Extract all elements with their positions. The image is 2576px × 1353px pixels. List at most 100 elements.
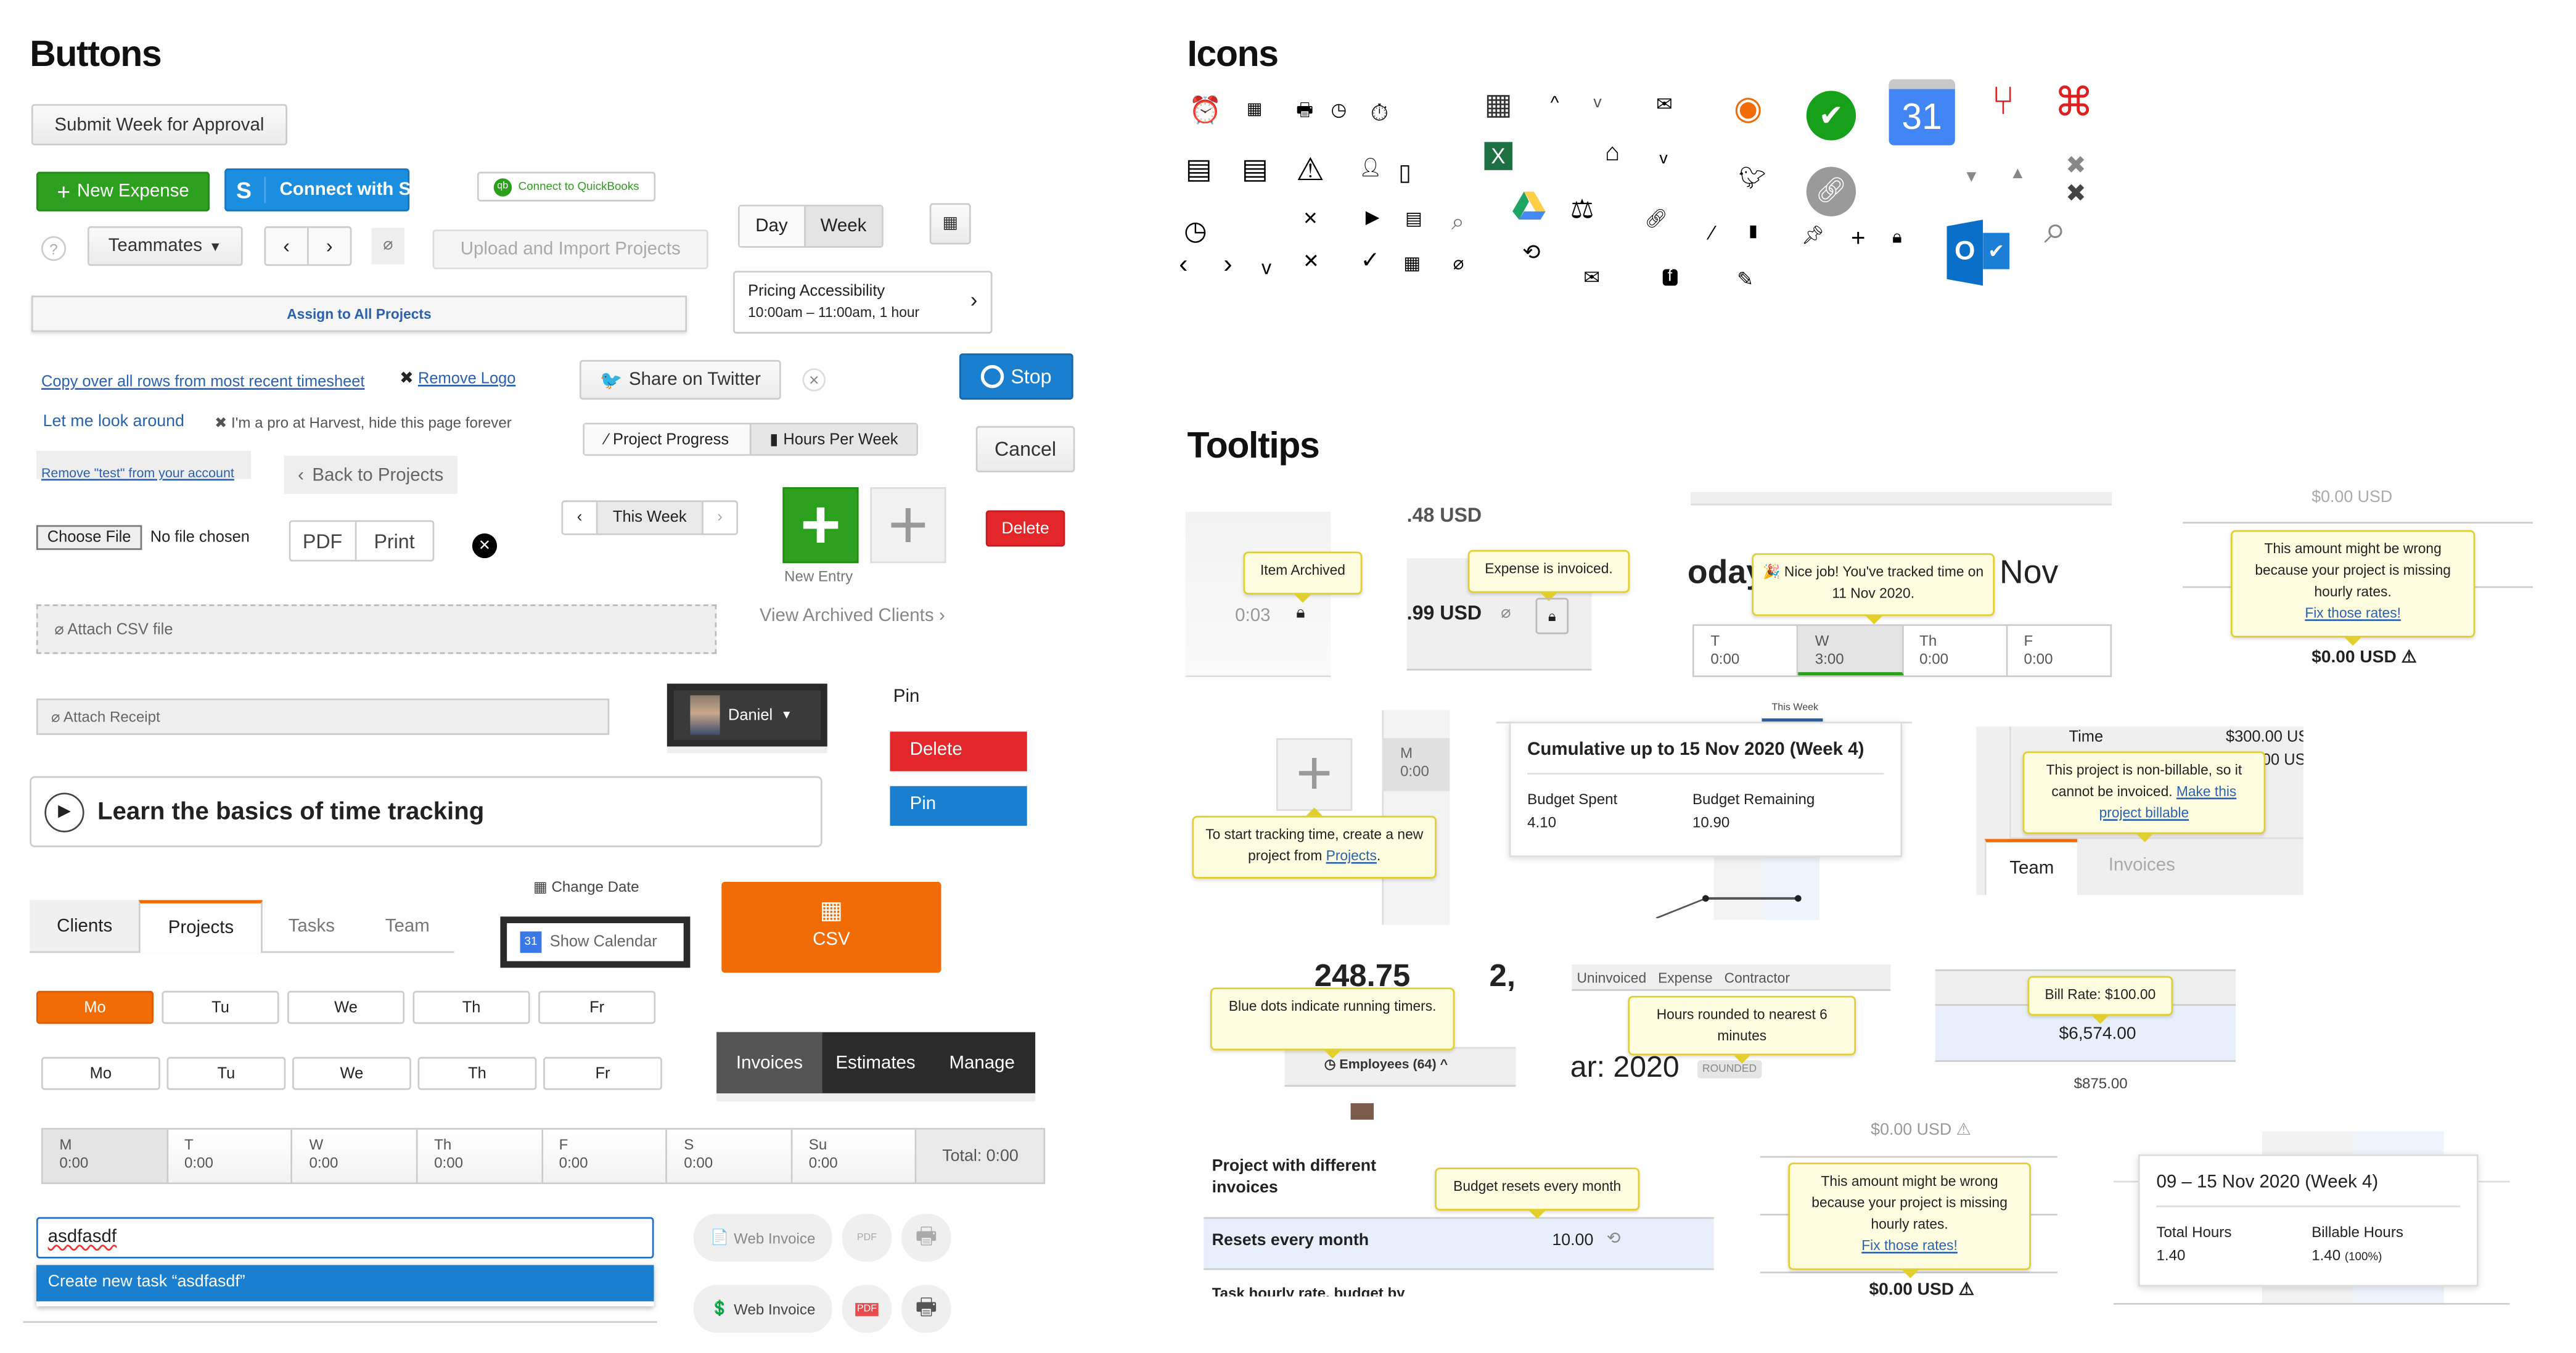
week-strip-day[interactable]: Th 0:00 bbox=[1903, 625, 2008, 676]
nav-manage[interactable]: Manage bbox=[929, 1032, 1035, 1093]
tab-team[interactable]: Team bbox=[361, 900, 454, 952]
weekday-mo[interactable]: Mo bbox=[41, 1056, 160, 1090]
week-grid-day[interactable]: T 0:00 bbox=[168, 1129, 293, 1183]
weekday-th[interactable]: Th bbox=[417, 1056, 537, 1090]
hide-page-link[interactable]: ✖ I'm a pro at Harvest, hide this page f… bbox=[215, 414, 512, 432]
week-grid-day[interactable]: M 0:00 bbox=[43, 1129, 168, 1183]
nav-estimates[interactable]: Estimates bbox=[822, 1032, 929, 1093]
weekday-mo[interactable]: Mo bbox=[36, 990, 154, 1024]
new-entry-button[interactable]: + bbox=[782, 487, 859, 564]
chevron-left-icon[interactable]: ‹ bbox=[563, 502, 598, 533]
share-twitter-button[interactable]: 🐦 Share on Twitter bbox=[579, 360, 781, 400]
upload-import-button[interactable]: Upload and Import Projects bbox=[432, 229, 708, 269]
tab-tasks[interactable]: Tasks bbox=[263, 900, 361, 952]
teammates-dropdown[interactable]: Teammates ▼ bbox=[87, 226, 243, 266]
user-menu-dropdown[interactable]: Daniel ▼ bbox=[667, 683, 827, 747]
pricing-accessibility-entry[interactable]: Pricing Accessibility 10:00am – 11:00am,… bbox=[733, 271, 993, 334]
attach-receipt-button[interactable]: ⌀ Attach Receipt bbox=[36, 698, 610, 735]
chevron-left-icon[interactable]: ‹ bbox=[266, 228, 309, 265]
help-icon[interactable]: ? bbox=[41, 236, 67, 261]
close-icon[interactable]: ✕ bbox=[802, 368, 826, 392]
week-toggle-button[interactable]: Week bbox=[803, 206, 882, 247]
pdf-button[interactable]: PDF bbox=[290, 522, 356, 560]
tab-projects[interactable]: Projects bbox=[139, 900, 263, 953]
week-grid-day[interactable]: W 0:00 bbox=[293, 1129, 418, 1183]
let-me-look-link[interactable]: Let me look around bbox=[43, 413, 184, 431]
week-grid-day[interactable]: Th 0:00 bbox=[417, 1129, 543, 1183]
remove-test-link[interactable]: Remove "test" from your account bbox=[41, 466, 234, 480]
paperclip-icon: ⌀ bbox=[54, 620, 68, 639]
project-progress-button[interactable]: ⁄ Project Progress bbox=[585, 424, 750, 454]
week-strip-day[interactable]: T 0:00 bbox=[1692, 625, 1799, 676]
new-expense-button[interactable]: + New Expense bbox=[36, 171, 210, 212]
print-icon[interactable]: 🖶 bbox=[901, 1214, 951, 1262]
add-button-disabled[interactable]: + bbox=[870, 487, 946, 564]
connect-stripe-button[interactable]: S Connect with Stripe bbox=[224, 168, 450, 212]
show-calendar-button[interactable]: 31 Show Calendar bbox=[500, 916, 691, 968]
remove-logo[interactable]: ✖ Remove Logo bbox=[400, 370, 515, 388]
delete-button[interactable]: Delete bbox=[890, 731, 1027, 771]
copy-rows-link[interactable]: Copy over all rows from most recent time… bbox=[41, 373, 365, 391]
week-grid-day[interactable]: S 0:00 bbox=[667, 1129, 793, 1183]
week-grid-day[interactable]: Su 0:00 bbox=[792, 1129, 917, 1183]
choose-file-button[interactable]: Choose File bbox=[36, 525, 142, 550]
tab-team[interactable]: Team bbox=[1984, 839, 2077, 895]
print-icon[interactable]: 🖶 bbox=[901, 1285, 951, 1333]
weekday-fr[interactable]: Fr bbox=[543, 1056, 662, 1090]
pdf-button-disabled[interactable]: PDF bbox=[842, 1214, 892, 1262]
delete-button[interactable]: Delete bbox=[985, 510, 1065, 547]
chevron-right-icon[interactable]: › bbox=[309, 228, 350, 265]
assign-all-projects-button[interactable]: Assign to All Projects bbox=[31, 295, 687, 332]
connect-quickbooks-button[interactable]: qb Connect to QuickBooks bbox=[477, 171, 656, 202]
warning-icon: ⚠ bbox=[1956, 1121, 1971, 1140]
this-week-button[interactable]: This Week bbox=[597, 502, 702, 533]
cancel-button[interactable]: Cancel bbox=[975, 426, 1075, 472]
paperclip-icon[interactable]: ⌀ bbox=[371, 228, 405, 265]
task-input[interactable]: asdfasdf bbox=[36, 1217, 654, 1259]
weekday-tu[interactable]: Tu bbox=[166, 1056, 286, 1090]
employees-toggle[interactable]: ◷ Employees (64) ^ bbox=[1324, 1057, 1448, 1072]
week-strip-day[interactable]: W 3:00 bbox=[1799, 625, 1903, 676]
fix-rates-link[interactable]: Fix those rates! bbox=[2305, 604, 2401, 621]
weekday-fr[interactable]: Fr bbox=[538, 990, 656, 1024]
view-archived-link[interactable]: View Archived Clients › bbox=[760, 606, 945, 626]
pdf-button[interactable]: PDF bbox=[842, 1285, 892, 1333]
sparkline-icon: ⁄ bbox=[605, 430, 608, 449]
csv-export-button[interactable]: ▦ CSV bbox=[721, 882, 941, 973]
weekday-th[interactable]: Th bbox=[412, 990, 530, 1024]
print-button[interactable]: Print bbox=[356, 522, 432, 560]
web-invoice-button-disabled[interactable]: 📄 Web Invoice bbox=[693, 1214, 832, 1262]
close-circle-icon[interactable]: ✕ bbox=[472, 533, 498, 559]
pin-button[interactable]: Pin bbox=[890, 786, 1027, 826]
learn-basics-button[interactable]: ▶ Learn the basics of time tracking bbox=[30, 776, 822, 847]
tooltip-blue-dots: Blue dots indicate running timers. bbox=[1210, 987, 1455, 1059]
day-toggle-button[interactable]: Day bbox=[739, 206, 804, 247]
change-date-link[interactable]: ▦ Change Date bbox=[533, 879, 639, 897]
web-invoice-button[interactable]: 💲 Web Invoice bbox=[693, 1285, 832, 1333]
add-button-disabled[interactable]: + bbox=[1276, 738, 1353, 811]
tab-clients[interactable]: Clients bbox=[30, 900, 140, 952]
nav-invoices[interactable]: Invoices bbox=[716, 1032, 822, 1093]
chevron-right-icon[interactable]: › bbox=[702, 502, 736, 533]
lock-icon[interactable]: 🔒︎ bbox=[1535, 598, 1569, 635]
weekday-we[interactable]: We bbox=[287, 990, 405, 1024]
weekday-we[interactable]: We bbox=[292, 1056, 411, 1090]
projects-link[interactable]: Projects bbox=[1326, 847, 1377, 864]
create-task-option[interactable]: Create new task “asdfasdf” bbox=[36, 1265, 654, 1302]
week-grid-day[interactable]: F 0:00 bbox=[543, 1129, 668, 1183]
clock-icon bbox=[981, 364, 1004, 389]
submit-week-button[interactable]: Submit Week for Approval bbox=[31, 104, 287, 146]
stop-timer-button[interactable]: Stop bbox=[959, 353, 1073, 400]
git-fork-icon: ⑂ bbox=[1991, 79, 2016, 124]
play-icon: ▶ bbox=[1365, 208, 1380, 228]
week-strip-day[interactable]: F 0:00 bbox=[2008, 625, 2112, 676]
fix-rates-link[interactable]: Fix those rates! bbox=[1861, 1237, 1958, 1254]
back-projects-button[interactable]: ‹ Back to Projects bbox=[284, 456, 457, 494]
weekday-tu[interactable]: Tu bbox=[162, 990, 279, 1024]
hours-per-week-button[interactable]: ▮ Hours Per Week bbox=[749, 424, 917, 454]
calendar-button[interactable]: ▦ bbox=[929, 203, 971, 245]
attach-csv-dropzone[interactable]: ⌀ Attach CSV file bbox=[36, 604, 717, 654]
table-icon: ▦ bbox=[1484, 87, 1513, 121]
calendar-refresh-icon: ⟲ bbox=[1522, 239, 1541, 265]
tab-invoices[interactable]: Invoices bbox=[2109, 855, 2175, 875]
